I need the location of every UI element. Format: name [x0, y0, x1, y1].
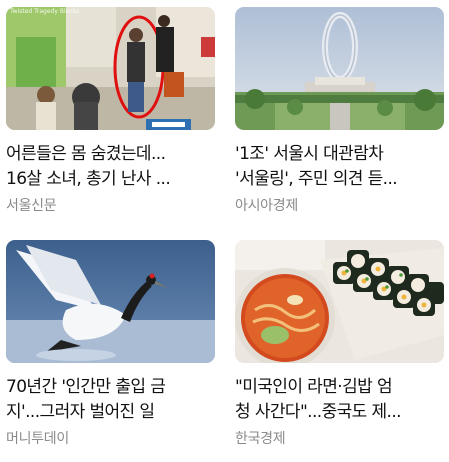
news-title-line[interactable]: 70년간 '인간만 출입 금 — [6, 375, 215, 400]
news-title-line[interactable]: 청 사간다"...중국도 제... — [235, 400, 444, 425]
news-title-line[interactable]: "미국인이 라면·김밥 엄 — [235, 375, 444, 400]
news-title-line[interactable]: 어른들은 몸 숨겼는데... — [6, 142, 215, 167]
news-title-4[interactable]: "미국인이 라면·김밥 엄 청 사간다"...중국도 제... — [235, 375, 444, 425]
news-title-line[interactable]: '1조' 서울시 대관람차 — [235, 142, 444, 167]
seoul-ring-image — [235, 7, 444, 130]
news-source-4: 한국경제 — [235, 431, 286, 447]
ramen-kimbap-image — [235, 240, 444, 363]
news-source-1: 서울신문 — [6, 198, 57, 214]
news-card-2[interactable]: '1조' 서울시 대관람차 '서울링', 주민 의견 듣... 아시아경제 — [235, 7, 444, 216]
cctv-image — [6, 7, 215, 130]
news-card-4[interactable]: "미국인이 라면·김밥 엄 청 사간다"...중국도 제... 한국경제 — [235, 240, 444, 449]
news-card-1[interactable]: Twisted Tragedy Blocks 어른들은 몸 숨겼는데... 16… — [6, 7, 215, 216]
news-thumbnail-3[interactable] — [6, 240, 215, 363]
news-source-2: 아시아경제 — [235, 198, 298, 214]
news-grid: Twisted Tragedy Blocks 어른들은 몸 숨겼는데... 16… — [0, 0, 449, 462]
news-source-3: 머니투데이 — [6, 431, 69, 447]
news-title-3[interactable]: 70년간 '인간만 출입 금 지'...그러자 벌어진 일 — [6, 375, 215, 425]
news-title-line[interactable]: '서울링', 주민 의견 듣... — [235, 167, 444, 192]
news-thumbnail-2[interactable] — [235, 7, 444, 130]
news-card-3[interactable]: 70년간 '인간만 출입 금 지'...그러자 벌어진 일 머니투데이 — [6, 240, 215, 449]
news-thumbnail-1[interactable]: Twisted Tragedy Blocks — [6, 7, 215, 130]
watermark-text: Twisted Tragedy Blocks — [10, 8, 80, 15]
news-title-2[interactable]: '1조' 서울시 대관람차 '서울링', 주민 의견 듣... — [235, 142, 444, 192]
news-title-line[interactable]: 지'...그러자 벌어진 일 — [6, 400, 215, 425]
crane-image — [6, 240, 215, 363]
news-title-1[interactable]: 어른들은 몸 숨겼는데... 16살 소녀, 총기 난사 ... — [6, 142, 215, 192]
news-thumbnail-4[interactable] — [235, 240, 444, 363]
news-title-line[interactable]: 16살 소녀, 총기 난사 ... — [6, 167, 215, 192]
